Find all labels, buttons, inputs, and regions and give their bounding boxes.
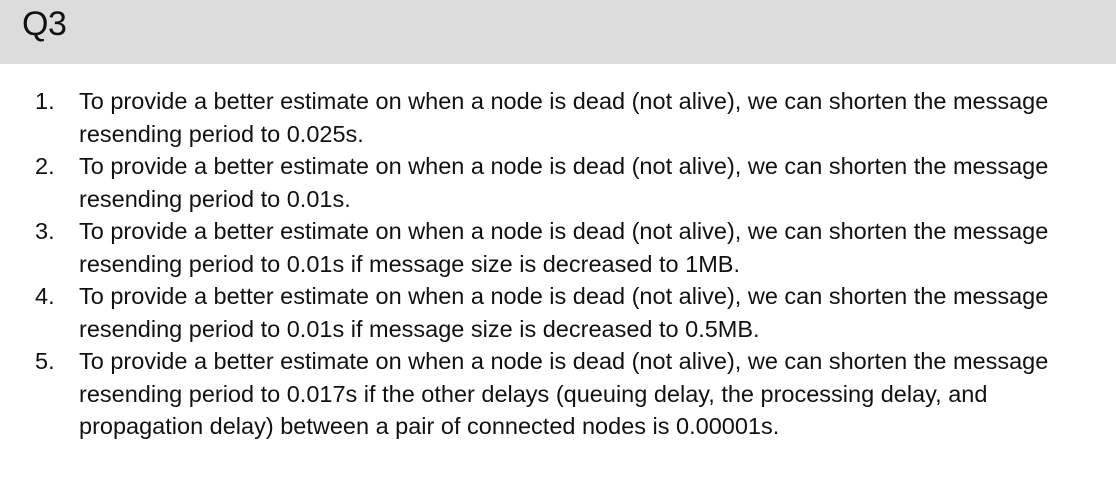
answer-list: 1. To provide a better estimate on when … [0,85,1116,443]
answer-number: 4. [35,283,55,309]
answer-number: 2. [35,153,55,179]
answer-option-5: 5. To provide a better estimate on when … [0,345,1116,443]
answer-options: 1. To provide a better estimate on when … [0,85,1116,443]
answer-option-4: 4. To provide a better estimate on when … [0,280,1116,345]
answer-number: 3. [35,218,55,244]
answer-text: To provide a better estimate on when a n… [79,283,1049,342]
answer-number: 5. [35,348,55,374]
answer-option-3: 3. To provide a better estimate on when … [0,215,1116,280]
answer-option-1: 1. To provide a better estimate on when … [0,85,1116,150]
answer-text: To provide a better estimate on when a n… [79,348,1049,439]
answer-option-2: 2. To provide a better estimate on when … [0,150,1116,215]
answer-text: To provide a better estimate on when a n… [79,88,1049,147]
answer-number: 1. [35,88,55,114]
page-title: Q3 [22,5,67,43]
header-bar: Q3 [0,0,1116,64]
answer-text: To provide a better estimate on when a n… [79,153,1049,212]
answer-text: To provide a better estimate on when a n… [79,218,1049,277]
